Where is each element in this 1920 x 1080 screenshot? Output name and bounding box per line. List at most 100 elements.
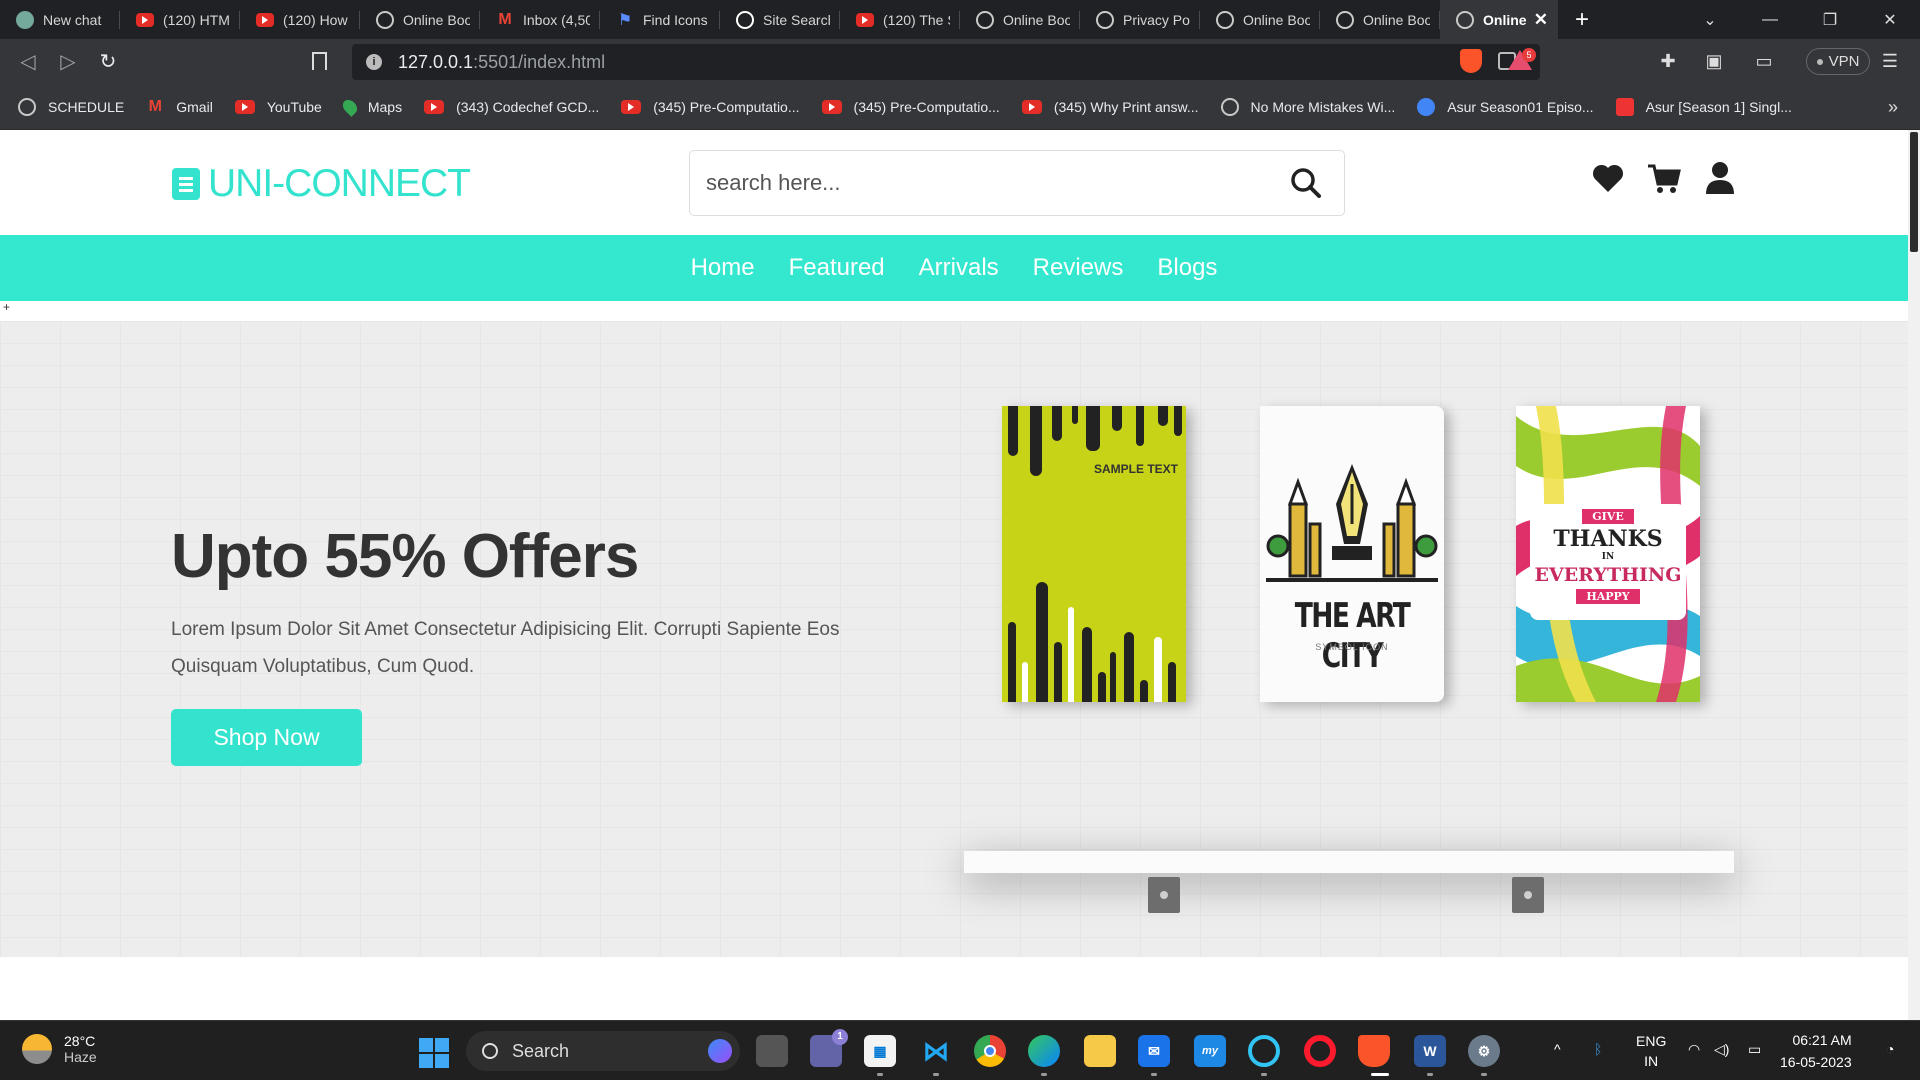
- close-tab-icon[interactable]: ✕: [1534, 10, 1548, 30]
- windows-start-icon[interactable]: [419, 1038, 449, 1068]
- drive-icon: [1417, 97, 1436, 116]
- bookmarks-overflow-button[interactable]: »: [1888, 97, 1898, 118]
- taskbar-search[interactable]: Search: [466, 1031, 740, 1071]
- bookmark-item[interactable]: No More Mistakes Wi...: [1220, 97, 1395, 116]
- bing-icon[interactable]: [708, 1039, 732, 1063]
- reload-icon[interactable]: ↻: [88, 49, 128, 74]
- language-indicator[interactable]: ENG IN: [1636, 1031, 1666, 1071]
- user-icon[interactable]: [1702, 160, 1738, 196]
- brave-taskbar-icon[interactable]: [1358, 1035, 1390, 1067]
- browser-tab[interactable]: M Inbox (4,50: [480, 0, 600, 39]
- bookmark-item[interactable]: SCHEDULE: [18, 97, 125, 116]
- bookmark-item[interactable]: Asur Season01 Episo...: [1417, 97, 1594, 116]
- browser-tab[interactable]: (120) The S: [840, 0, 960, 39]
- mail-icon[interactable]: ✉: [1138, 1035, 1170, 1067]
- wallet-icon[interactable]: ▭: [1754, 51, 1774, 71]
- tray-overflow-icon[interactable]: ^: [1554, 1041, 1561, 1057]
- tab-active[interactable]: Online ✕: [1440, 0, 1558, 39]
- forward-icon[interactable]: ▷: [48, 49, 88, 74]
- bookmark-item[interactable]: (345) Pre-Computatio...: [621, 99, 800, 115]
- brave-rewards-icon[interactable]: 5: [1508, 48, 1536, 72]
- nav-link-home[interactable]: Home: [691, 254, 755, 282]
- tab-title: Privacy Poli: [1123, 11, 1190, 28]
- task-view-icon[interactable]: [756, 1035, 788, 1067]
- restore-icon[interactable]: ❐: [1800, 0, 1860, 39]
- bookmark-icon[interactable]: [312, 52, 327, 70]
- weather-widget[interactable]: 28°C Haze: [22, 1033, 97, 1065]
- heart-icon[interactable]: [1590, 160, 1626, 196]
- volume-icon[interactable]: ◁): [1714, 1041, 1729, 1058]
- close-window-icon[interactable]: ✕: [1860, 0, 1920, 39]
- menu-icon[interactable]: ☰: [1880, 51, 1900, 71]
- globe-icon: [1336, 10, 1354, 29]
- edge-icon[interactable]: [1028, 1035, 1060, 1067]
- myhp-icon[interactable]: my: [1194, 1035, 1226, 1067]
- minimize-icon[interactable]: —: [1740, 0, 1800, 39]
- gmail-icon: M: [148, 97, 162, 115]
- browser-tab[interactable]: New chat: [0, 0, 120, 39]
- nav-link-blogs[interactable]: Blogs: [1157, 254, 1217, 282]
- file-explorer-icon[interactable]: [1084, 1035, 1116, 1067]
- main-nav: Home Featured Arrivals Reviews Blogs: [0, 235, 1908, 301]
- sidebar-icon[interactable]: ▣: [1704, 51, 1724, 71]
- battery-icon[interactable]: ▭: [1748, 1041, 1761, 1058]
- microsoft-store-icon[interactable]: ▦: [864, 1035, 896, 1067]
- youtube-icon: [821, 99, 842, 114]
- notification-icon[interactable]: ◔: [1886, 1041, 1894, 1057]
- web-page: UNI-CONNECT Home Featured Arrivals Reviews B…: [0, 130, 1908, 1020]
- browser-tab[interactable]: (120) HTML: [120, 0, 240, 39]
- extensions-icon[interactable]: ✚: [1658, 51, 1678, 71]
- book-cover-art-city[interactable]: THE ART CITY SYMBOL ICON: [1260, 406, 1444, 702]
- bookmark-item[interactable]: YouTube: [234, 99, 322, 115]
- scrollbar-thumb[interactable]: [1910, 132, 1918, 252]
- nav-link-featured[interactable]: Featured: [789, 254, 885, 282]
- tab-title: (120) The S: [883, 11, 950, 28]
- word-icon[interactable]: W: [1414, 1035, 1446, 1067]
- url-text[interactable]: 127.0.0.1:5501/index.html: [398, 52, 605, 73]
- bookmark-item[interactable]: (343) Codechef GCD...: [424, 99, 599, 115]
- book3-in: IN: [1601, 552, 1615, 562]
- bookmark-item[interactable]: M Gmail: [146, 98, 213, 116]
- search-icon[interactable]: [1288, 165, 1324, 201]
- page-scrollbar[interactable]: [1908, 130, 1920, 1020]
- cortana-icon[interactable]: [1248, 1035, 1280, 1067]
- tab-search-icon[interactable]: ⌄: [1680, 0, 1740, 39]
- settings-icon[interactable]: ⚙: [1468, 1035, 1500, 1067]
- wifi-icon[interactable]: ◠: [1688, 1041, 1700, 1058]
- system-clock[interactable]: 06:21 AM 16-05-2023: [1780, 1029, 1852, 1073]
- vpn-button[interactable]: VPN: [1806, 48, 1870, 75]
- browser-tab[interactable]: Privacy Poli: [1080, 0, 1200, 39]
- site-logo[interactable]: UNI-CONNECT: [172, 162, 471, 206]
- bluetooth-icon[interactable]: ᛒ: [1594, 1041, 1602, 1057]
- site-info-icon[interactable]: i: [366, 54, 382, 70]
- bookmark-item[interactable]: (345) Pre-Computatio...: [821, 99, 1000, 115]
- book3-give-label: GIVE: [1582, 509, 1634, 524]
- browser-tab[interactable]: Online Boo: [360, 0, 480, 39]
- book-cover-green[interactable]: SAMPLE TEXT: [1002, 406, 1186, 702]
- nav-link-reviews[interactable]: Reviews: [1033, 254, 1124, 282]
- back-icon[interactable]: ◁: [8, 49, 48, 74]
- nav-link-arrivals[interactable]: Arrivals: [919, 254, 999, 282]
- address-bar[interactable]: i 127.0.0.1:5501/index.html: [352, 44, 1540, 80]
- vscode-icon[interactable]: ⋈: [920, 1035, 952, 1067]
- chrome-icon[interactable]: [974, 1035, 1006, 1067]
- bookmark-item[interactable]: (345) Why Print answ...: [1021, 99, 1199, 115]
- book-cover-thanks[interactable]: GIVE THANKS IN EVERYTHING HAPPY: [1516, 406, 1700, 702]
- book1-sample-text: SAMPLE TEXT: [1093, 462, 1178, 476]
- browser-tab[interactable]: ⚑ Find Icons: [600, 0, 720, 39]
- bookmark-item[interactable]: Maps: [339, 96, 402, 117]
- brave-shields-icon[interactable]: [1460, 49, 1482, 73]
- browser-tab[interactable]: Online Boo: [1320, 0, 1440, 39]
- browser-tab[interactable]: Site Search: [720, 0, 840, 39]
- new-tab-button[interactable]: +: [1558, 6, 1606, 34]
- site-search-input[interactable]: [706, 170, 1266, 196]
- browser-tab[interactable]: Online Boo: [1200, 0, 1320, 39]
- browser-tab[interactable]: (120) How: [240, 0, 360, 39]
- bookmark-item[interactable]: Asur [Season 1] Singl...: [1615, 97, 1792, 116]
- teams-icon[interactable]: 1: [810, 1029, 848, 1067]
- browser-tab[interactable]: Online Boo: [960, 0, 1080, 39]
- cart-icon[interactable]: [1646, 160, 1682, 196]
- shop-now-button[interactable]: Shop Now: [171, 709, 362, 766]
- bookmark-label: SCHEDULE: [48, 98, 125, 115]
- opera-icon[interactable]: [1304, 1035, 1336, 1067]
